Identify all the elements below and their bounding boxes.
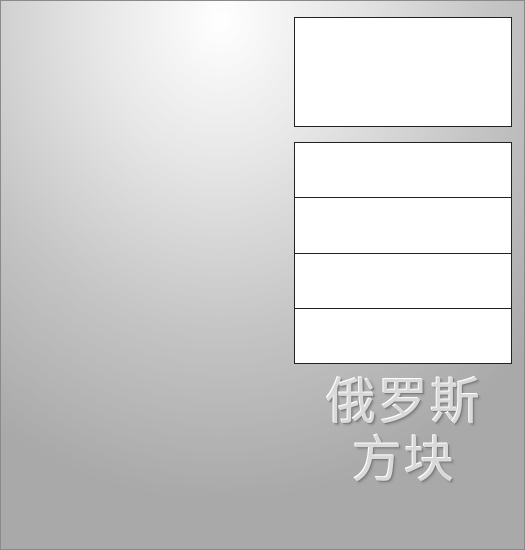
info-panel — [294, 142, 512, 364]
game-window: 俄罗斯 方块 — [0, 0, 525, 550]
info-box-4 — [295, 307, 511, 363]
game-board[interactable] — [1, 1, 291, 549]
info-box-3 — [295, 252, 511, 308]
info-box-1 — [295, 143, 511, 198]
next-piece-preview — [294, 17, 512, 127]
game-title: 俄罗斯 方块 — [291, 373, 517, 489]
info-box-2 — [295, 197, 511, 253]
game-title-line-1: 俄罗斯 — [326, 373, 482, 431]
game-title-line-2: 方块 — [352, 431, 456, 489]
